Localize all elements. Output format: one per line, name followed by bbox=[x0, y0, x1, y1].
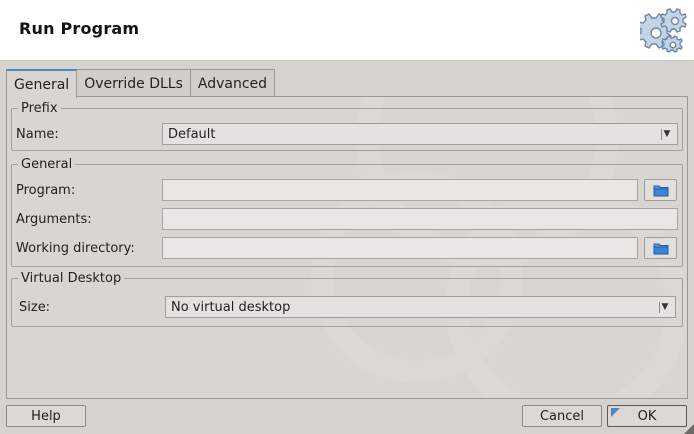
program-label: Program: bbox=[16, 182, 76, 198]
working-directory-browse-button[interactable] bbox=[644, 237, 677, 259]
cancel-button[interactable]: Cancel bbox=[522, 405, 602, 427]
virtual-desktop-size-value: No virtual desktop bbox=[171, 299, 291, 315]
size-label: Size: bbox=[19, 299, 51, 315]
program-browse-button[interactable] bbox=[644, 179, 677, 201]
folder-icon bbox=[653, 243, 668, 254]
tab-override-dlls[interactable]: Override DLLs bbox=[76, 69, 191, 97]
chevron-down-icon: ▼ bbox=[659, 299, 671, 315]
tab-bar: General Override DLLs Advanced bbox=[6, 69, 276, 98]
default-button-indicator-icon bbox=[611, 408, 620, 417]
chevron-down-icon: ▼ bbox=[661, 126, 673, 142]
virtual-desktop-legend: Virtual Desktop bbox=[21, 271, 122, 286]
folder-icon bbox=[653, 185, 668, 196]
general-legend: General bbox=[21, 157, 73, 172]
tab-advanced[interactable]: Advanced bbox=[189, 69, 276, 97]
prefix-name-label: Name: bbox=[16, 126, 59, 142]
program-input[interactable] bbox=[162, 179, 638, 201]
working-directory-input[interactable] bbox=[162, 237, 638, 259]
tab-panel-general: Prefix Name: Default ▼ General Program: … bbox=[6, 96, 688, 399]
gears-icon bbox=[640, 8, 687, 53]
ok-button[interactable]: OK bbox=[607, 405, 687, 427]
dialog-title: Run Program bbox=[19, 19, 140, 38]
prefix-name-value: Default bbox=[168, 126, 216, 142]
prefix-name-select[interactable]: Default ▼ bbox=[162, 123, 678, 145]
working-directory-label: Working directory: bbox=[16, 240, 135, 256]
dialog-header: Run Program bbox=[0, 0, 694, 61]
tab-general[interactable]: General bbox=[6, 69, 78, 98]
ok-button-label: OK bbox=[637, 408, 657, 424]
virtual-desktop-size-select[interactable]: No virtual desktop ▼ bbox=[165, 296, 676, 318]
prefix-legend: Prefix bbox=[21, 101, 58, 116]
resize-grip-icon[interactable] bbox=[684, 424, 694, 434]
help-button[interactable]: Help bbox=[6, 405, 86, 427]
arguments-input[interactable] bbox=[162, 208, 678, 230]
arguments-label: Arguments: bbox=[16, 211, 92, 227]
